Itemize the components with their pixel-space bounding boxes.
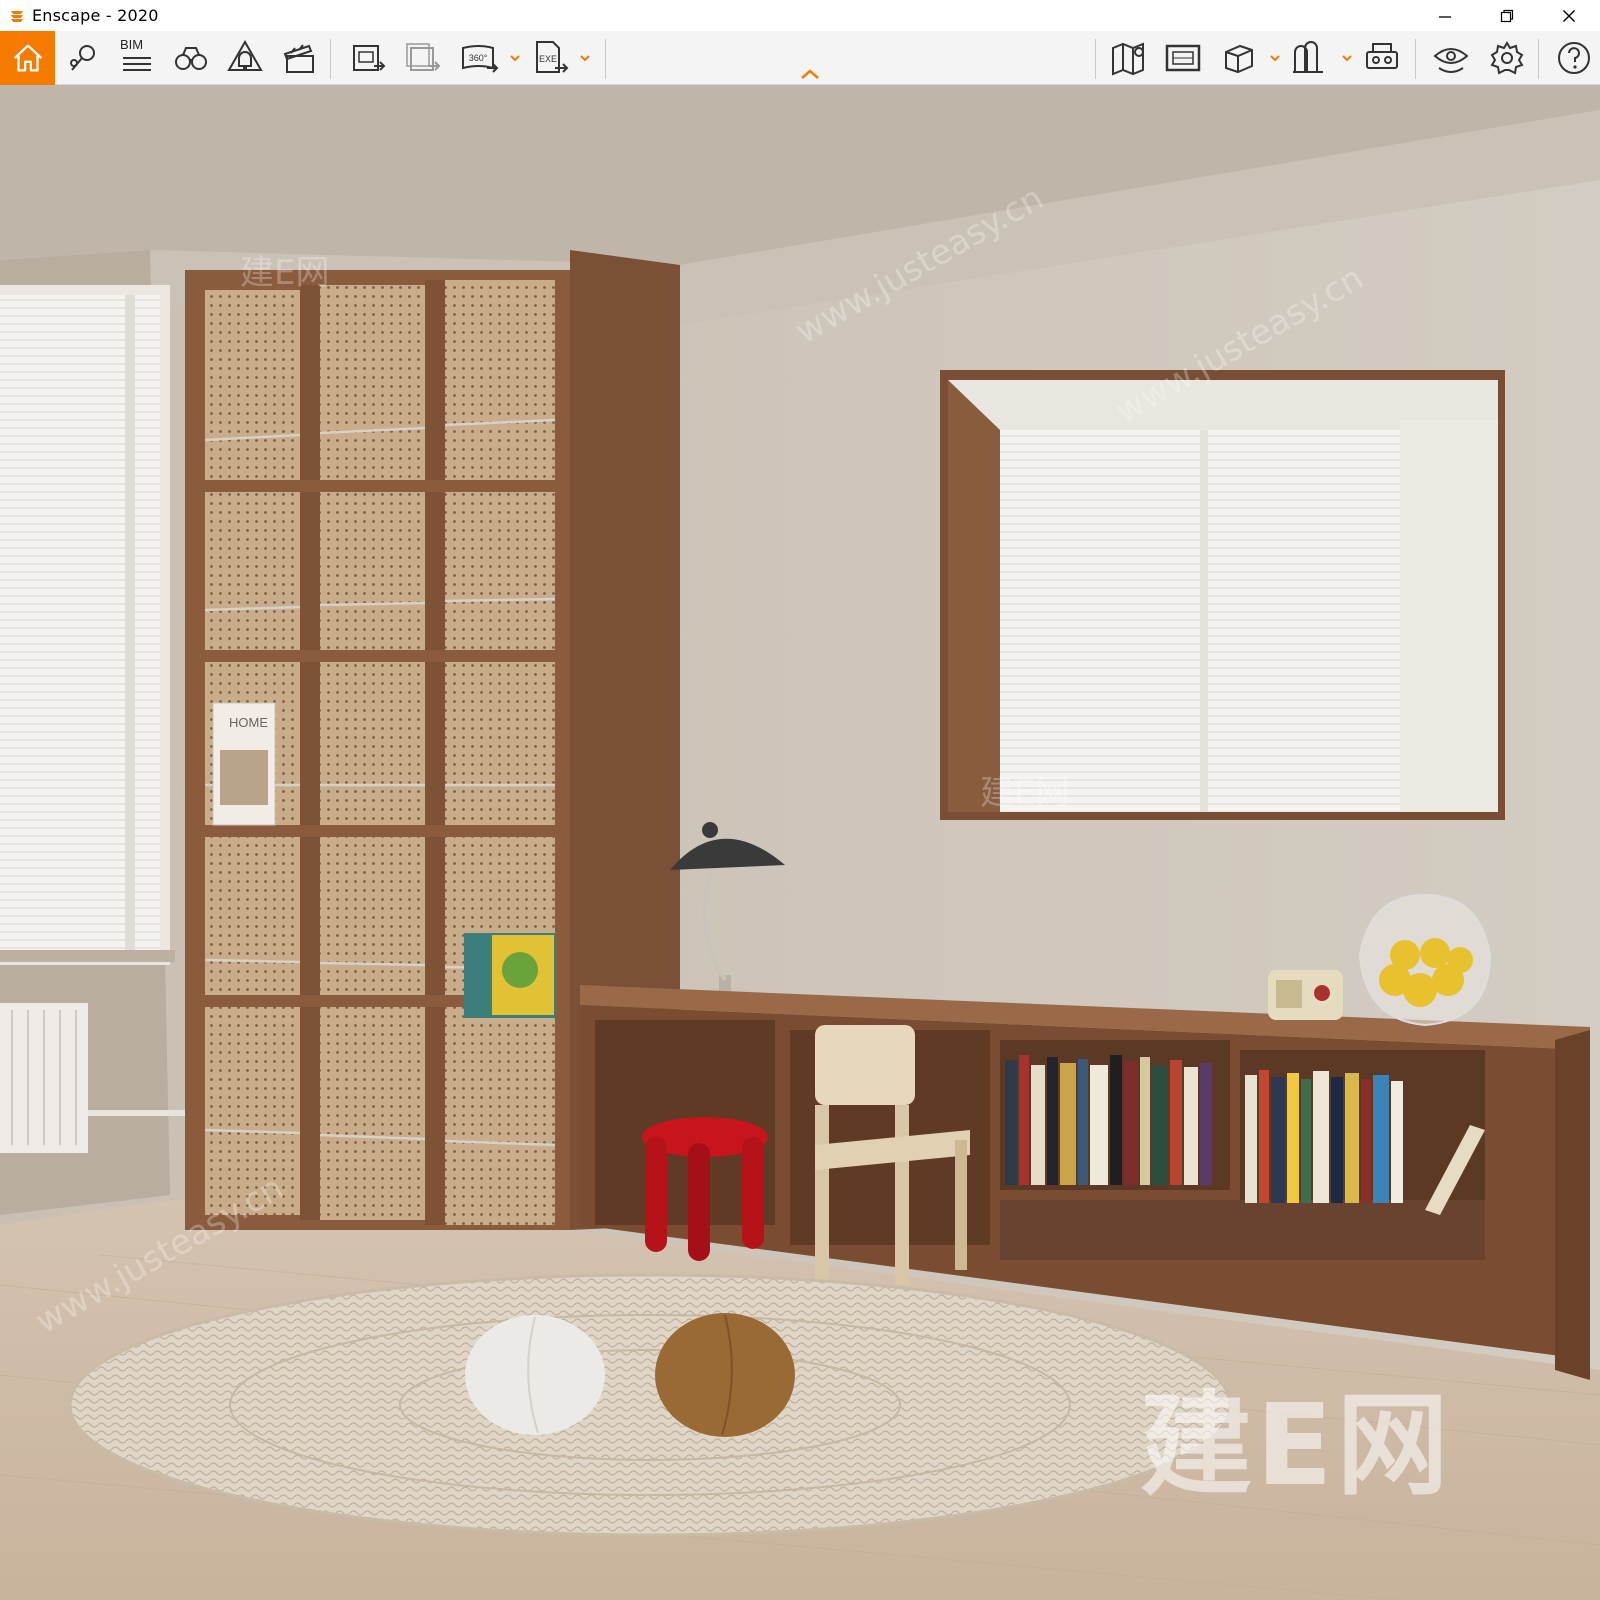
close-button[interactable] (1538, 0, 1600, 31)
object-library-button[interactable] (1215, 35, 1261, 81)
chevron-down-icon[interactable] (1268, 51, 1282, 65)
title-bar: Enscape - 2020 (0, 0, 1600, 31)
screenshot-button[interactable] (345, 35, 391, 81)
watermark-brand: 建E网 (240, 253, 330, 293)
batch-export-icon (406, 43, 441, 71)
gallery-icon (1165, 44, 1201, 72)
toolbar-divider (1415, 39, 1416, 79)
settings-button[interactable] (1484, 35, 1530, 81)
collapse-toolbar-chevron-icon[interactable] (798, 67, 822, 81)
bim-label: BIM (120, 37, 144, 52)
view-settings-icon (1433, 48, 1469, 73)
restore-button[interactable] (1476, 0, 1538, 31)
exe-export-icon: EXE (536, 41, 569, 73)
window-title: Enscape - 2020 (32, 6, 159, 25)
map-icon (1112, 42, 1144, 76)
walk-mode-button[interactable] (168, 35, 214, 81)
svg-text:360°: 360° (469, 53, 488, 63)
toolbar-divider (330, 39, 331, 79)
chevron-down-icon[interactable] (578, 51, 592, 65)
batch-render-button[interactable] (400, 35, 446, 81)
vr-button[interactable] (1360, 35, 1406, 81)
window-controls (1414, 0, 1600, 31)
bell-icon (227, 39, 263, 71)
help-button[interactable] (1551, 35, 1597, 81)
render-viewport[interactable]: HOME 建E网 www.justeasy.cn 建E网 www.justeas… (0, 85, 1600, 1600)
home-icon (13, 44, 42, 72)
enscape-toolbar: BIM 360° EXE (0, 31, 1600, 85)
toolbar-divider (1095, 39, 1096, 79)
toolbar-divider (605, 39, 606, 79)
clapboard-icon (283, 44, 314, 73)
map-button[interactable] (1106, 35, 1152, 81)
asset-library-button[interactable] (1286, 35, 1332, 81)
chevron-down-icon[interactable] (1340, 51, 1354, 65)
views-button[interactable] (60, 35, 106, 81)
video-editor-button[interactable] (276, 35, 322, 81)
help-icon (1558, 42, 1590, 74)
settings-gear-icon (1490, 41, 1524, 75)
minimize-button[interactable] (1414, 0, 1476, 31)
panorama-button[interactable]: 360° (456, 35, 502, 81)
close-icon (1563, 9, 1575, 22)
binoculars-icon (175, 47, 207, 70)
watermark-brand: 建E网 (980, 773, 1070, 813)
toolbar-divider (1538, 39, 1539, 79)
asset-library-icon (1293, 41, 1323, 73)
chevron-down-icon[interactable] (508, 51, 522, 65)
poster-title-text: HOME (229, 715, 268, 730)
screenshot-export-icon (353, 45, 386, 71)
home-button[interactable] (0, 31, 55, 85)
notifications-button[interactable] (222, 35, 268, 81)
panorama-360-icon: 360° (462, 45, 499, 73)
vr-headset-icon (1366, 43, 1398, 69)
minimize-icon (1439, 15, 1451, 18)
svg-text:EXE: EXE (539, 54, 557, 64)
restore-icon (1500, 9, 1514, 22)
watermark-brand-large: 建E网 (1140, 1381, 1453, 1511)
exe-export-button[interactable]: EXE (526, 35, 572, 81)
location-pin-icon (70, 45, 95, 71)
view-settings-button[interactable] (1428, 35, 1474, 81)
cube-icon (1225, 44, 1253, 74)
enscape-logo-icon (11, 10, 23, 22)
gallery-button[interactable] (1160, 35, 1206, 81)
